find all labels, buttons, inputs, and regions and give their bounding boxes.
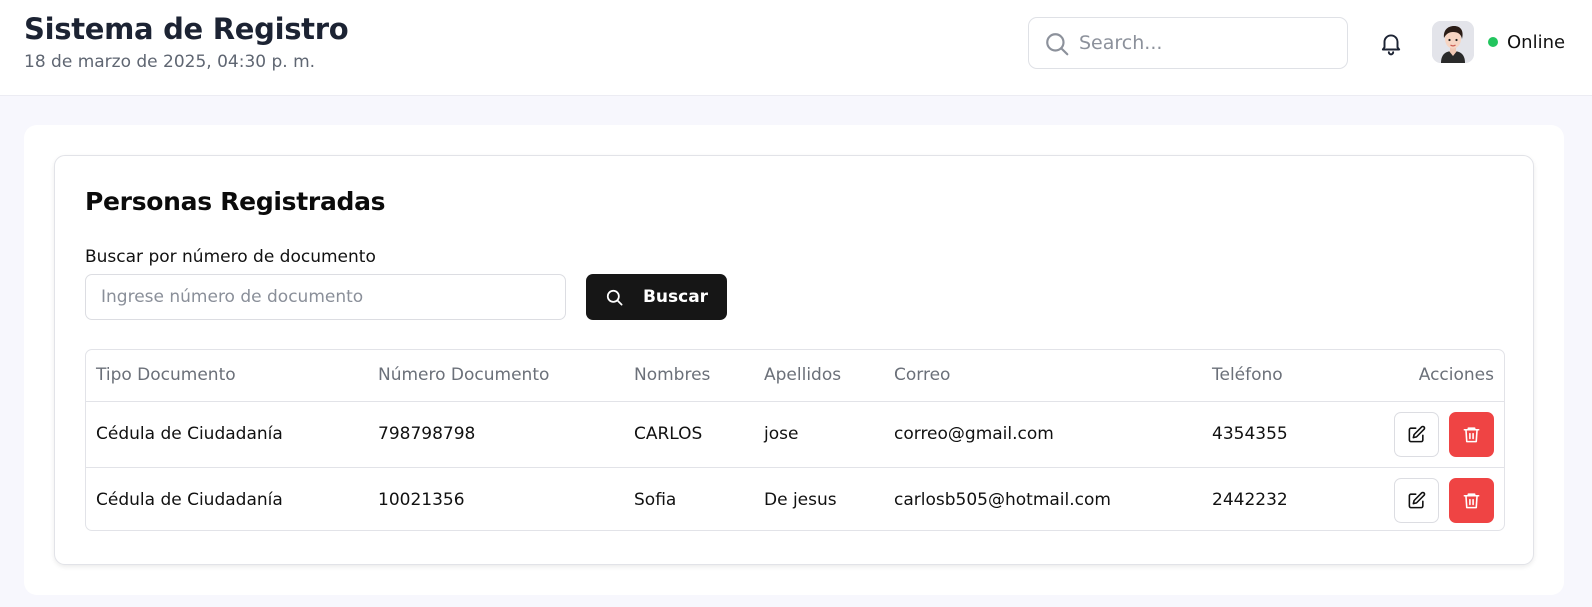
online-status: Online [1488, 30, 1565, 54]
cell-correo: carlosb505@hotmail.com [894, 490, 1111, 511]
cell-acciones [1332, 467, 1504, 530]
status-dot [1488, 37, 1498, 47]
cell-nombres: Sofia [634, 490, 677, 511]
user-avatar[interactable] [1432, 21, 1474, 63]
current-date: 18 de marzo de 2025, 04:30 p. m. [24, 52, 316, 72]
main-panel: Personas Registradas Buscar por número d… [24, 125, 1564, 595]
edit-button[interactable] [1394, 411, 1439, 457]
registered-people-card: Personas Registradas Buscar por número d… [54, 155, 1534, 565]
trash-icon [1463, 426, 1480, 442]
search-button-label: Buscar [642, 287, 709, 307]
cell-numero-documento: 10021356 [378, 490, 465, 511]
edit-icon [1408, 491, 1426, 509]
cell-correo: correo@gmail.com [894, 424, 1054, 444]
cell-nombres: CARLOS [634, 424, 703, 444]
cell-telefono: 4354355 [1212, 424, 1288, 444]
global-search-input[interactable] [1079, 26, 1334, 60]
column-header-apellidos: Apellidos [764, 365, 842, 386]
document-number-input[interactable] [85, 274, 566, 320]
cell-acciones [1332, 401, 1504, 467]
search-icon [1046, 33, 1069, 56]
search-icon [606, 289, 623, 305]
column-header-acciones: Acciones [1418, 365, 1494, 386]
delete-button[interactable] [1449, 411, 1494, 457]
column-header-nombres: Nombres [634, 365, 711, 386]
trash-icon [1463, 493, 1480, 509]
bell-icon[interactable] [1378, 29, 1404, 57]
column-header-telefono: Teléfono [1212, 365, 1283, 386]
table-row: Cédula de Ciudadanía 798798798 CARLOS jo… [86, 401, 1504, 467]
column-header-numero-documento: Número Documento [378, 365, 550, 386]
cell-tipo-documento: Cédula de Ciudadanía [96, 424, 283, 444]
global-search[interactable] [1028, 17, 1348, 69]
table-header-row: Tipo Documento Número Documento Nombres … [86, 350, 1504, 401]
status-label: Online [1507, 31, 1566, 53]
column-header-tipo-documento: Tipo Documento [96, 365, 236, 386]
cell-numero-documento: 798798798 [378, 424, 476, 444]
card-title: Personas Registradas [85, 187, 386, 216]
delete-button[interactable] [1449, 477, 1494, 523]
cell-apellidos: De jesus [764, 490, 837, 511]
table-row: Cédula de Ciudadanía 10021356 Sofia De j… [86, 467, 1504, 530]
document-search-label: Buscar por número de documento [85, 247, 376, 267]
people-table: Tipo Documento Número Documento Nombres … [85, 349, 1505, 531]
edit-icon [1408, 425, 1426, 442]
search-button[interactable]: Buscar [586, 274, 727, 320]
edit-button[interactable] [1394, 477, 1439, 523]
cell-apellidos: jose [764, 424, 799, 444]
top-bar: Sistema de Registro 18 de marzo de 2025,… [0, 0, 1592, 96]
app-title: Sistema de Registro [24, 12, 349, 46]
cell-tipo-documento: Cédula de Ciudadanía [96, 490, 283, 511]
column-header-correo: Correo [894, 365, 951, 386]
cell-telefono: 2442232 [1212, 490, 1288, 511]
